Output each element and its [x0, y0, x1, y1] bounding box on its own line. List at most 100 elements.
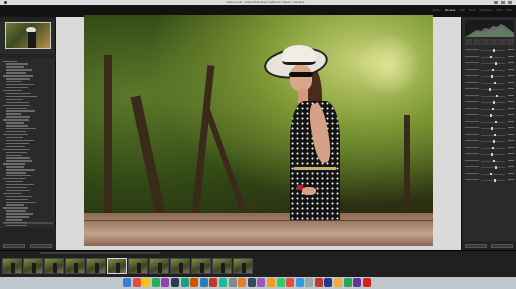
messages-icon[interactable]	[151, 278, 160, 287]
develop-slider[interactable]	[465, 88, 514, 91]
develop-slider[interactable]	[465, 114, 514, 117]
app-icon[interactable]	[324, 278, 333, 287]
slider-value[interactable]	[508, 153, 514, 155]
bridge-icon[interactable]	[170, 278, 179, 287]
slider-track[interactable]	[481, 173, 505, 175]
filmstrip-thumbnail[interactable]	[107, 258, 127, 274]
slider-track[interactable]	[481, 95, 505, 97]
presets-tree[interactable]	[3, 60, 53, 226]
module-library[interactable]: Library	[432, 9, 441, 13]
slider-value[interactable]	[508, 120, 514, 122]
illustrator-icon[interactable]	[190, 278, 199, 287]
slider-value[interactable]	[508, 75, 514, 77]
slider-value[interactable]	[508, 101, 514, 103]
module-web[interactable]: Web	[506, 9, 512, 13]
module-book[interactable]: Book	[469, 9, 475, 13]
lightroom-icon[interactable]	[180, 278, 189, 287]
graduated-filter-icon[interactable]	[489, 39, 498, 45]
slider-value[interactable]	[508, 172, 514, 174]
slider-track[interactable]	[481, 167, 505, 168]
calendar-icon[interactable]	[209, 278, 218, 287]
image-canvas[interactable]	[56, 15, 461, 250]
app-icon[interactable]	[362, 278, 371, 287]
slider-value[interactable]	[508, 49, 514, 51]
slider-knob[interactable]	[491, 127, 493, 130]
slider-knob[interactable]	[494, 179, 496, 182]
slider-value[interactable]	[508, 179, 514, 181]
terminal-icon[interactable]	[247, 278, 256, 287]
filmstrip-thumbnail[interactable]	[2, 258, 22, 274]
histogram[interactable]	[465, 20, 514, 37]
module-map[interactable]: Map	[459, 9, 464, 13]
develop-slider[interactable]	[465, 120, 514, 124]
photo[interactable]	[84, 15, 433, 246]
filmstrip-thumbnail[interactable]	[23, 258, 43, 274]
develop-slider[interactable]	[465, 159, 514, 163]
module-develop[interactable]: Develop	[445, 9, 456, 13]
copy-button[interactable]	[3, 244, 25, 248]
filmstrip-thumbnail[interactable]	[149, 258, 169, 274]
develop-slider[interactable]	[465, 166, 514, 169]
slider-track[interactable]	[481, 76, 505, 77]
develop-slider[interactable]	[465, 81, 514, 85]
slider-track[interactable]	[481, 154, 505, 155]
slider-knob[interactable]	[494, 81, 496, 85]
previous-button[interactable]	[465, 244, 487, 248]
slider-value[interactable]	[508, 81, 514, 83]
filmstrip-thumbnail[interactable]	[128, 258, 148, 274]
slider-value[interactable]	[508, 94, 514, 96]
notes-icon[interactable]	[142, 278, 151, 287]
news-icon[interactable]	[286, 278, 295, 287]
slider-track[interactable]	[481, 56, 505, 58]
slider-track[interactable]	[481, 128, 505, 129]
slider-value[interactable]	[508, 133, 514, 135]
navigator-preview[interactable]	[5, 22, 51, 49]
develop-slider[interactable]	[465, 94, 514, 98]
battery-icon[interactable]	[501, 1, 505, 4]
slider-knob[interactable]	[495, 166, 497, 169]
slider-track[interactable]	[481, 63, 505, 64]
slider-knob[interactable]	[490, 114, 492, 117]
app-icon[interactable]	[353, 278, 362, 287]
slider-value[interactable]	[508, 146, 514, 148]
filmstrip-thumbnail[interactable]	[65, 258, 85, 274]
preset-row[interactable]	[3, 225, 53, 226]
slider-knob[interactable]	[492, 146, 494, 150]
music-icon[interactable]	[238, 278, 247, 287]
slider-knob[interactable]	[489, 88, 491, 91]
spot-removal-icon[interactable]	[473, 39, 481, 45]
slider-value[interactable]	[508, 68, 514, 70]
develop-slider[interactable]	[465, 49, 514, 52]
develop-slider[interactable]	[465, 55, 514, 59]
wifi-icon[interactable]	[494, 1, 498, 4]
slider-knob[interactable]	[491, 75, 493, 78]
slider-track[interactable]	[481, 115, 505, 116]
reset-button[interactable]	[491, 244, 513, 248]
develop-slider[interactable]	[465, 172, 514, 176]
slider-value[interactable]	[508, 62, 514, 64]
slider-value[interactable]	[508, 127, 514, 129]
slider-value[interactable]	[508, 159, 514, 161]
develop-slider[interactable]	[465, 75, 514, 78]
slider-value[interactable]	[508, 140, 514, 142]
red-eye-icon[interactable]	[481, 39, 489, 45]
launchpad-icon[interactable]	[132, 278, 141, 287]
develop-slider[interactable]	[465, 140, 514, 143]
paste-button[interactable]	[30, 244, 52, 248]
develop-slider[interactable]	[465, 101, 514, 104]
develop-slider[interactable]	[465, 62, 514, 65]
safari-icon[interactable]	[295, 278, 304, 287]
develop-slider[interactable]	[465, 179, 514, 182]
develop-slider[interactable]	[465, 127, 514, 130]
presets-header[interactable]	[0, 54, 56, 58]
module-slideshow[interactable]: Slideshow	[479, 9, 492, 13]
slider-knob[interactable]	[493, 49, 495, 52]
brush-icon[interactable]	[506, 39, 514, 45]
slider-knob[interactable]	[493, 140, 495, 143]
app-icon[interactable]	[314, 278, 323, 287]
filmstrip-thumbnail[interactable]	[170, 258, 190, 274]
navigator-header[interactable]	[0, 17, 56, 21]
app-icon[interactable]	[334, 278, 343, 287]
radial-filter-icon[interactable]	[498, 39, 506, 45]
slider-knob[interactable]	[493, 159, 495, 163]
